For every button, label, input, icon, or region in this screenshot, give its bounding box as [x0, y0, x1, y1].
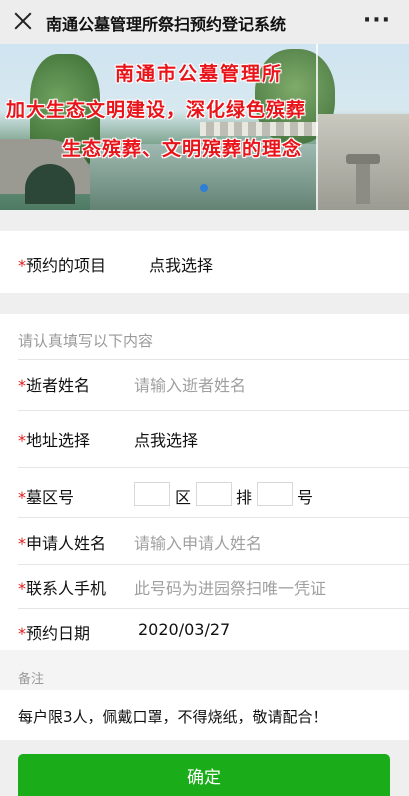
required-mark: *	[18, 488, 26, 507]
banner-text-2: 加大生态文明建设，深化绿色殡葬	[6, 99, 307, 121]
remark-header: 备注	[0, 650, 409, 690]
grave-row-input[interactable]	[196, 482, 232, 506]
banner-stone-lantern	[318, 114, 409, 210]
applicant-label: *申请人姓名	[18, 530, 106, 554]
required-mark: *	[18, 579, 26, 598]
project-label: *预约的项目	[18, 252, 106, 276]
grave-label-text: 墓区号	[26, 488, 75, 507]
title-bar: 南通公墓管理所祭扫预约登记系统 ···	[0, 0, 409, 44]
divider	[18, 564, 409, 565]
row-unit: 排	[236, 488, 253, 507]
required-mark: *	[18, 624, 26, 643]
banner-divider	[316, 44, 318, 210]
deceased-name-label: *逝者姓名	[18, 372, 90, 396]
banner-carousel[interactable]: 南通市公墓管理所 加大生态文明建设，深化绿色殡葬 生态殡葬、文明殡葬的理念	[0, 44, 409, 210]
close-icon[interactable]	[12, 10, 34, 32]
confirm-button[interactable]: 确定	[18, 754, 390, 796]
divider	[18, 467, 409, 468]
divider	[18, 359, 409, 360]
remark-title: 备注	[18, 672, 45, 687]
date-label: *预约日期	[18, 620, 90, 644]
divider	[18, 608, 409, 609]
applicant-input[interactable]: 请输入申请人姓名	[134, 530, 262, 554]
project-row[interactable]: *预约的项目 点我选择	[0, 231, 409, 293]
form-header: 请认真填写以下内容	[18, 332, 154, 350]
required-mark: *	[18, 256, 26, 275]
required-mark: *	[18, 431, 26, 450]
date-label-text: 预约日期	[26, 624, 91, 643]
applicant-label-text: 申请人姓名	[26, 534, 107, 553]
project-select[interactable]: 点我选择	[149, 252, 213, 276]
carousel-indicator[interactable]	[200, 184, 208, 192]
banner-text-3: 生态殡葬、文明殡葬的理念	[62, 138, 303, 160]
more-menu-icon[interactable]: ···	[363, 8, 391, 33]
date-picker[interactable]: 2020/03/27	[138, 620, 230, 639]
phone-label: *联系人手机	[18, 575, 106, 599]
deceased-name-label-text: 逝者姓名	[26, 376, 91, 395]
phone-label-text: 联系人手机	[26, 579, 107, 598]
grave-number-input[interactable]	[257, 482, 293, 506]
number-unit: 号	[297, 488, 314, 507]
required-mark: *	[18, 534, 26, 553]
grave-area-input[interactable]	[134, 482, 170, 506]
remark-box: 每户限3人，佩戴口罩，不得烧纸，敬请配合！	[0, 690, 409, 740]
area-unit: 区	[175, 488, 192, 507]
address-label-text: 地址选择	[26, 431, 91, 450]
page-title: 南通公墓管理所祭扫预约登记系统	[46, 15, 287, 34]
phone-input[interactable]: 此号码为进园祭扫唯一凭证	[134, 575, 326, 599]
required-mark: *	[18, 376, 26, 395]
grave-label: *墓区号	[18, 484, 74, 508]
banner-text-1: 南通市公墓管理所	[115, 63, 284, 85]
address-select[interactable]: 点我选择	[134, 427, 198, 451]
divider	[18, 410, 409, 411]
project-label-text: 预约的项目	[26, 256, 107, 275]
remark-text: 每户限3人，佩戴口罩，不得烧纸，敬请配合！	[18, 708, 328, 726]
deceased-name-input[interactable]: 请输入逝者姓名	[134, 372, 246, 396]
registration-form: 请认真填写以下内容 *逝者姓名 请输入逝者姓名 *地址选择 点我选择 *墓区号 …	[0, 314, 409, 650]
address-label: *地址选择	[18, 427, 90, 451]
divider	[18, 517, 409, 518]
